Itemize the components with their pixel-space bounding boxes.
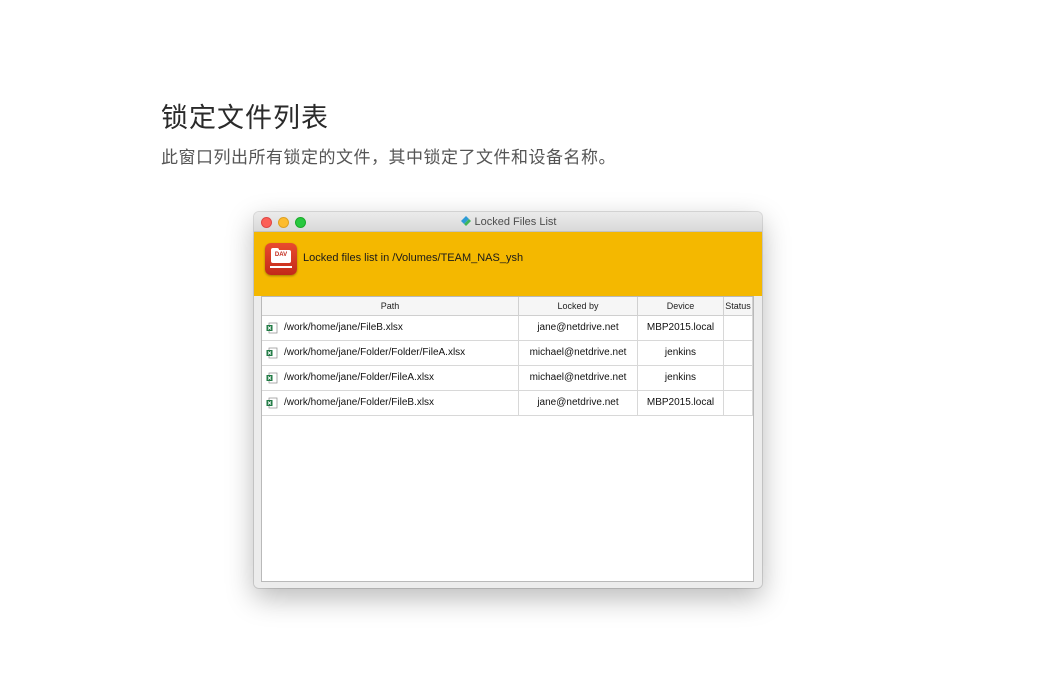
table-row[interactable]: /work/home/jane/Folder/Folder/FileA.xlsx…	[262, 341, 753, 366]
excel-file-icon	[266, 347, 278, 359]
content-area: Path Locked by Device Status /work/home/…	[254, 296, 762, 588]
device-cell: jenkins	[638, 341, 724, 366]
table-header: Path Locked by Device Status	[262, 297, 753, 316]
device-cell: MBP2015.local	[638, 316, 724, 341]
locked-files-window: Locked Files List DAV Locked files list …	[254, 212, 762, 588]
banner: DAV Locked files list in /Volumes/TEAM_N…	[254, 232, 762, 296]
window-titlebar[interactable]: Locked Files List	[254, 212, 762, 232]
path-cell: /work/home/jane/Folder/FileA.xlsx	[262, 366, 519, 391]
page-subtitle: 此窗口列出所有锁定的文件，其中锁定了文件和设备名称。	[161, 148, 616, 168]
path-text: /work/home/jane/Folder/FileA.xlsx	[284, 372, 435, 383]
window-title-text: Locked Files List	[474, 216, 557, 228]
locked-by-cell: jane@netdrive.net	[519, 316, 638, 341]
device-cell: jenkins	[638, 366, 724, 391]
table-row[interactable]: /work/home/jane/Folder/FileA.xlsx michae…	[262, 366, 753, 391]
netdrive-icon	[460, 216, 471, 226]
window-title: Locked Files List	[254, 215, 762, 228]
column-header-status[interactable]: Status	[724, 297, 753, 316]
path-text: /work/home/jane/Folder/Folder/FileA.xlsx	[284, 347, 466, 358]
excel-file-icon	[266, 372, 278, 384]
path-cell: /work/home/jane/Folder/Folder/FileA.xlsx	[262, 341, 519, 366]
status-cell	[724, 391, 753, 416]
netdrive-app-icon: DAV	[265, 243, 297, 275]
banner-text: Locked files list in /Volumes/TEAM_NAS_y…	[303, 252, 524, 264]
device-cell: MBP2015.local	[638, 391, 724, 416]
page-heading: 锁定文件列表	[161, 103, 329, 134]
path-text: /work/home/jane/FileB.xlsx	[284, 322, 403, 333]
path-cell: /work/home/jane/FileB.xlsx	[262, 316, 519, 341]
status-cell	[724, 316, 753, 341]
column-header-device[interactable]: Device	[638, 297, 724, 316]
table-row[interactable]: /work/home/jane/Folder/FileB.xlsx jane@n…	[262, 391, 753, 416]
column-header-locked-by[interactable]: Locked by	[519, 297, 638, 316]
table-row[interactable]: /work/home/jane/FileB.xlsx jane@netdrive…	[262, 316, 753, 341]
column-header-path[interactable]: Path	[262, 297, 519, 316]
excel-file-icon	[266, 322, 278, 334]
path-cell: /work/home/jane/Folder/FileB.xlsx	[262, 391, 519, 416]
locked-files-table[interactable]: Path Locked by Device Status /work/home/…	[261, 296, 754, 582]
excel-file-icon	[266, 397, 278, 409]
status-cell	[724, 366, 753, 391]
locked-by-cell: jane@netdrive.net	[519, 391, 638, 416]
app-icon-label: DAV	[274, 252, 288, 258]
locked-by-cell: michael@netdrive.net	[519, 366, 638, 391]
locked-by-cell: michael@netdrive.net	[519, 341, 638, 366]
status-cell	[724, 341, 753, 366]
path-text: /work/home/jane/Folder/FileB.xlsx	[284, 397, 435, 408]
